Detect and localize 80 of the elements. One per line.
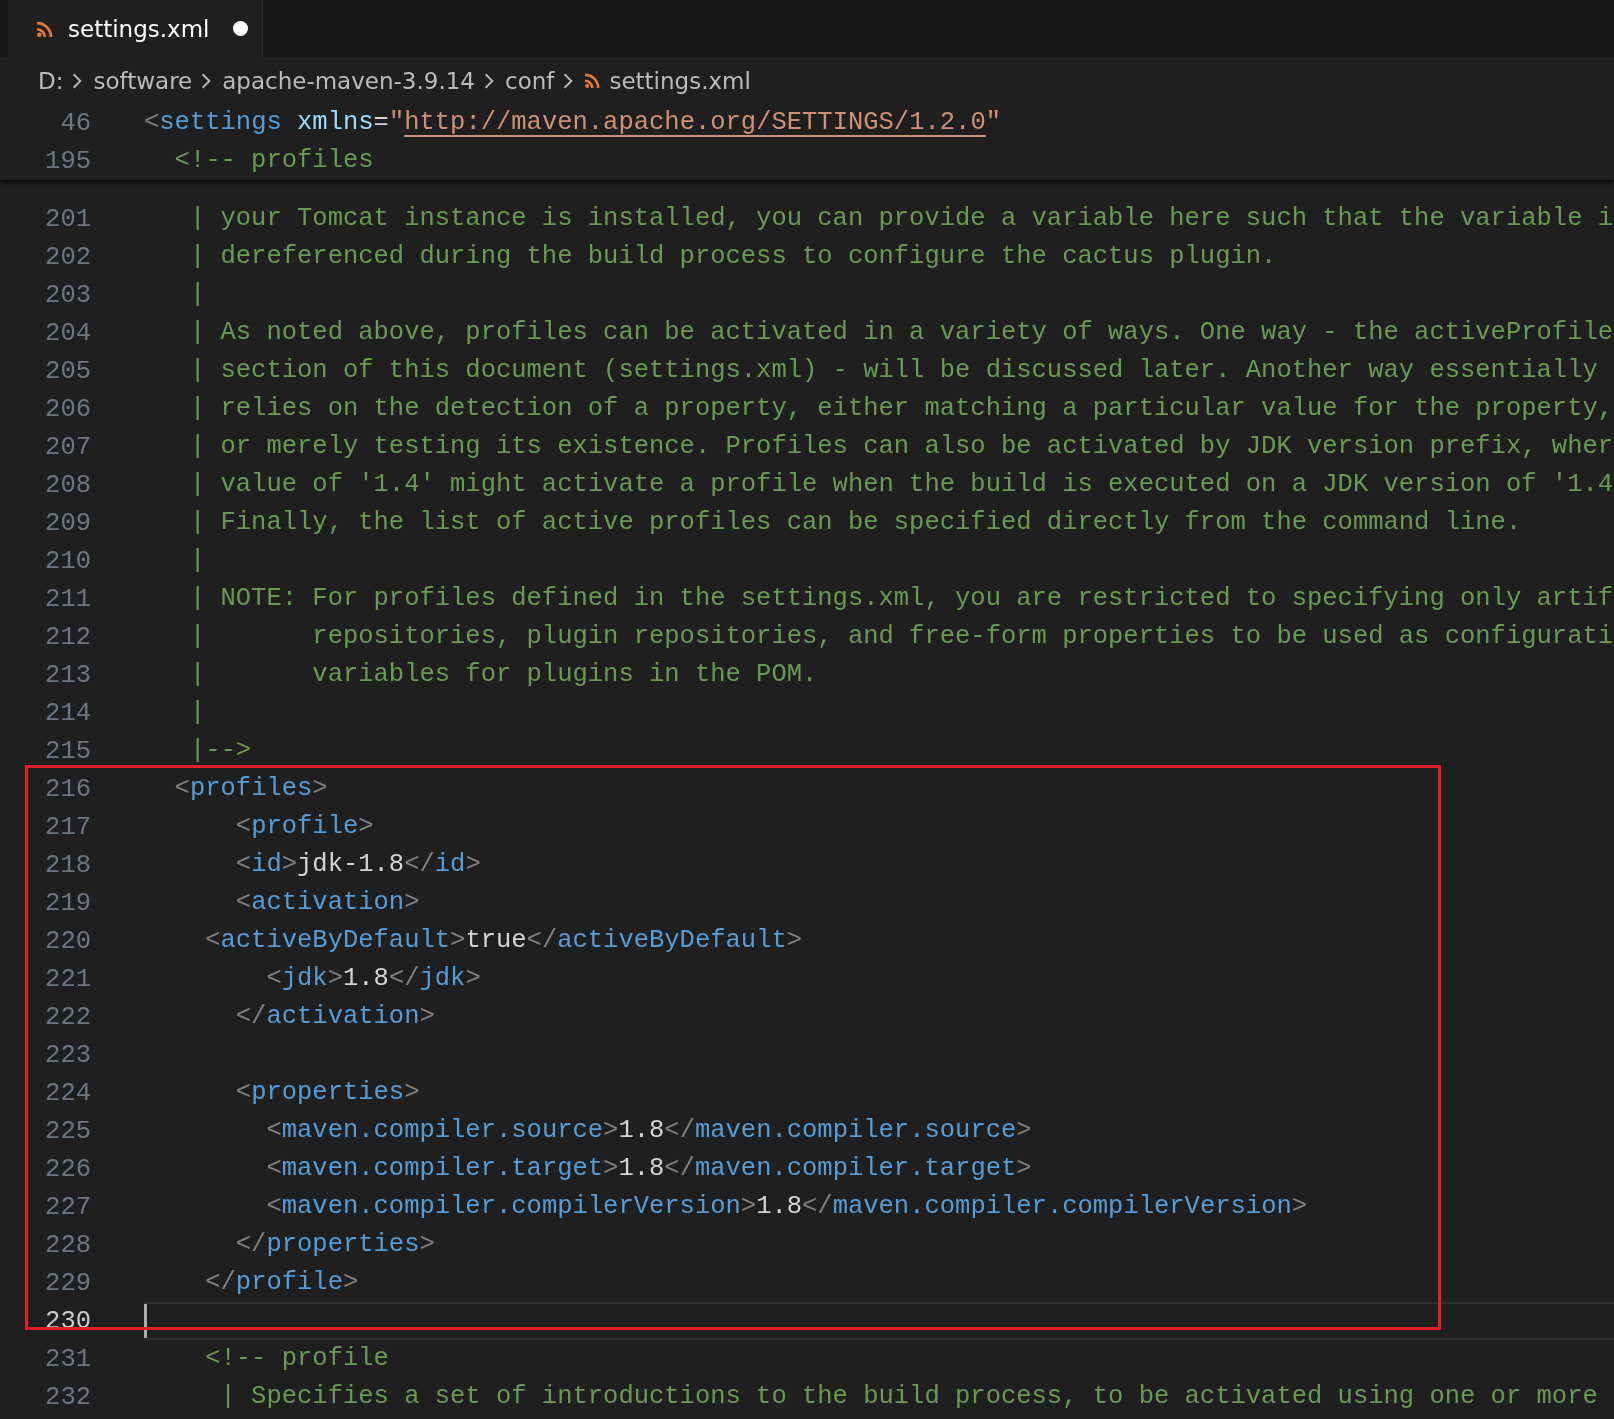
code-line: <profiles> xyxy=(173,773,328,805)
line-number: 205 xyxy=(44,356,91,386)
code-line: <profile> xyxy=(234,811,374,843)
breadcrumb-item[interactable]: conf xyxy=(505,67,555,94)
code-line: | section of this document (settings.xml) - will be discussed later. Another way essentially xyxy=(188,355,1598,387)
code-line: | xyxy=(188,545,206,577)
code-line: </properties> xyxy=(234,1229,435,1261)
line-number: 218 xyxy=(44,850,91,880)
code-line: </activation> xyxy=(234,1001,435,1033)
code-line: <activeByDefault>true</activeByDefault> xyxy=(204,925,803,957)
code-line: <!-- profiles xyxy=(173,145,374,177)
line-number: 232 xyxy=(44,1382,91,1412)
code-line: </profile> xyxy=(204,1267,359,1299)
line-number: 217 xyxy=(44,812,91,842)
line-number: 225 xyxy=(44,1116,91,1146)
line-number: 202 xyxy=(44,242,91,272)
line-number: 229 xyxy=(44,1268,91,1298)
chevron-right-icon xyxy=(562,71,575,90)
code-line: <id>jdk-1.8</id> xyxy=(234,849,481,881)
code-line: | xyxy=(188,279,206,311)
code-line: <!-- profile xyxy=(204,1343,389,1375)
line-number: 209 xyxy=(44,508,91,538)
code-line: <jdk>1.8</jdk> xyxy=(265,963,481,995)
rss-icon xyxy=(584,72,602,89)
line-number: 212 xyxy=(44,622,91,652)
code-line: | Finally, the list of active profiles can be specified directly from the command line. xyxy=(188,507,1522,539)
line-number: 216 xyxy=(44,774,91,804)
code-line: <activation> xyxy=(234,887,420,919)
code-line: | repositories, plugin repositories, and free-form properties to be used as configurati xyxy=(188,621,1614,653)
line-number: 221 xyxy=(44,964,91,994)
line-number: 215 xyxy=(44,736,91,766)
line-number: 211 xyxy=(44,584,91,614)
line-number: 210 xyxy=(44,546,91,576)
line-number: 207 xyxy=(44,432,91,462)
code-line: <maven.compiler.compilerVersion>1.8</maven.compiler.compilerVersion> xyxy=(265,1191,1308,1223)
tab-title: settings.xml xyxy=(68,15,210,42)
line-number: 224 xyxy=(44,1078,91,1108)
code-line: | Specifies a set of introductions to the build process, to be activated using one or more xyxy=(219,1381,1598,1413)
line-number: 46 xyxy=(59,108,91,138)
breadcrumb-item[interactable]: D: xyxy=(38,67,64,94)
rss-icon xyxy=(36,19,54,38)
line-number: 228 xyxy=(44,1230,91,1260)
line-number: 213 xyxy=(44,660,91,690)
unsaved-dot-icon[interactable] xyxy=(233,21,249,36)
editor-tab[interactable]: settings.xml xyxy=(8,0,263,57)
code-line: | value of '1.4' might activate a profile when the build is executed on a JDK version of '1.4 xyxy=(188,469,1614,501)
breadcrumb-item[interactable]: software xyxy=(93,67,193,94)
chevron-right-icon xyxy=(71,71,84,90)
line-number: 201 xyxy=(44,204,91,234)
line-number: 214 xyxy=(44,698,91,728)
line-number: 203 xyxy=(44,280,91,310)
code-line: | or merely testing its existence. Profiles can also be activated by JDK version prefix, wher xyxy=(188,431,1614,463)
code-line: <settings xmlns="http://maven.apache.org/SETTINGS/1.2.0" xyxy=(144,107,1001,139)
line-number: 226 xyxy=(44,1154,91,1184)
line-number: 222 xyxy=(44,1002,91,1032)
breadcrumb-item[interactable]: apache-maven-3.9.14 xyxy=(222,67,475,94)
chevron-right-icon xyxy=(483,71,495,90)
text-cursor xyxy=(144,1304,147,1338)
line-number: 220 xyxy=(44,926,91,956)
code-line: | xyxy=(188,697,206,729)
line-number: 219 xyxy=(44,888,91,918)
code-line: | dereferenced during the build process to configure the cactus plugin. xyxy=(188,241,1277,273)
line-number: 227 xyxy=(44,1192,91,1222)
line-number: 204 xyxy=(44,318,91,348)
line-number: 208 xyxy=(44,470,91,500)
line-number: 206 xyxy=(44,394,91,424)
code-line: | your Tomcat instance is installed, you can provide a variable here such that the variable i xyxy=(188,203,1614,235)
code-line: | variables for plugins in the POM. xyxy=(188,659,818,691)
line-number: 195 xyxy=(44,146,91,176)
code-line: | relies on the detection of a property, either matching a particular value for the property, xyxy=(188,393,1614,425)
code-line: <maven.compiler.target>1.8</maven.compiler.target> xyxy=(265,1153,1032,1185)
code-line: | NOTE: For profiles defined in the settings.xml, you are restricted to specifying only artif xyxy=(188,583,1614,615)
code-line: |--> xyxy=(188,735,252,767)
line-number: 231 xyxy=(44,1344,91,1374)
breadcrumb-item[interactable]: settings.xml xyxy=(609,67,751,94)
code-line: | As noted above, profiles can be activated in a variety of ways. One way - the activeProfile xyxy=(188,317,1614,349)
code-line: <maven.compiler.source>1.8</maven.compiler.source> xyxy=(265,1115,1032,1147)
line-number: 223 xyxy=(44,1040,91,1070)
chevron-right-icon xyxy=(200,71,213,90)
code-line: <properties> xyxy=(234,1077,420,1109)
